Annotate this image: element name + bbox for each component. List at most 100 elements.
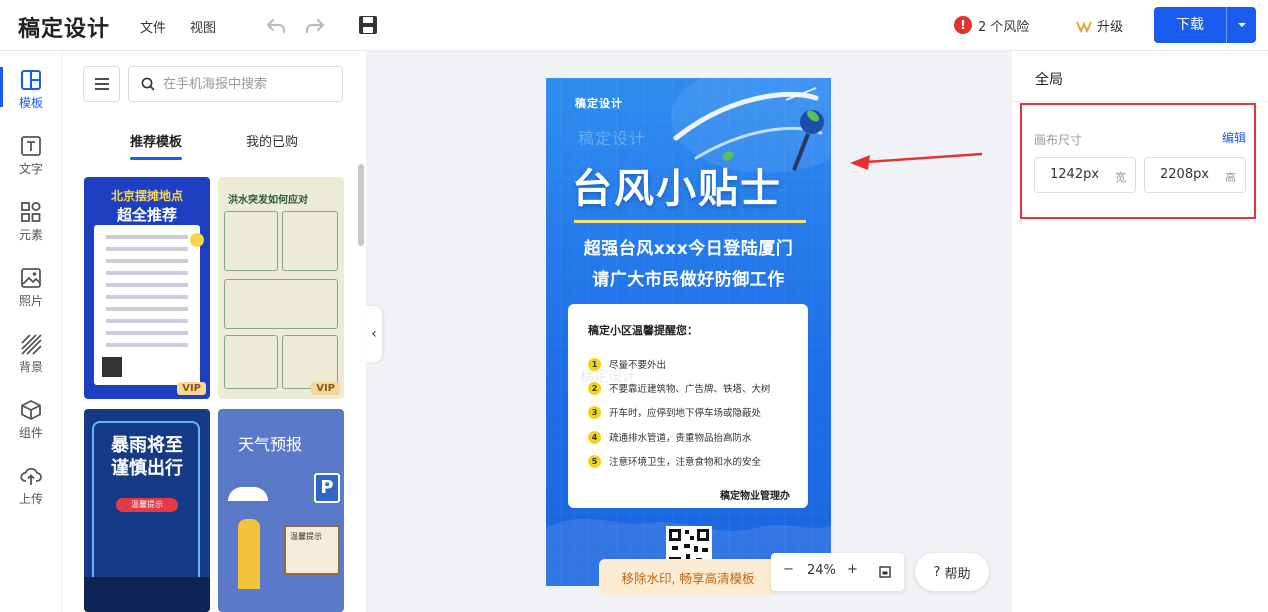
menu-view[interactable]: 视图 [190,17,216,36]
collapse-panel-button[interactable]: ‹ [366,306,382,362]
item-text: 疏通排水管道，贵重物品抬高防水 [609,433,752,444]
elements-icon [21,202,41,222]
notice-heading: 稿定小区温馨提醒您： [588,324,698,337]
menu-file[interactable]: 文件 [140,17,166,36]
rail-label: 照片 [18,294,43,308]
help-label: 帮助 [944,566,971,582]
rail-label: 文字 [18,162,43,176]
remove-watermark-button[interactable]: 移除水印, 畅享高清模板 [599,559,777,595]
template-card[interactable]: 暴雨将至 谨慎出行 温馨提示 [84,409,210,612]
poster-subtitle[interactable]: 超强台风xxx今日登陆厦门 [546,234,831,259]
notice-card[interactable]: 稿定设计 稿定小区温馨提醒您： 1 尽量不要外出 2 不要靠近建筑物、广告牌、铁… [568,304,808,508]
rail-item-upload[interactable]: 上传 [0,465,62,515]
card-title: 谨慎出行 [111,458,183,479]
background-icon [21,334,42,355]
notice-item: 2 不要靠近建筑物、广告牌、铁塔、大树 [588,381,771,395]
rail-item-template[interactable]: 模板 [0,69,62,119]
height-unit: 高 [1225,171,1236,184]
text-icon [21,136,41,156]
rail-item-component[interactable]: 组件 [0,399,62,449]
download-label[interactable]: 下载 [1154,7,1226,43]
help-icon: ? [933,564,941,580]
vip-badge: VIP [311,382,340,395]
vip-badge: VIP [177,382,206,395]
notice-item: 1 尽量不要外出 [588,357,666,371]
template-icon [21,70,41,90]
panel-scrollbar[interactable] [358,164,364,246]
poster-watermark: 稿定设计 [578,129,647,148]
zoom-out-button[interactable]: − [783,562,794,577]
template-card[interactable]: 天气预报 P 温馨提示 [218,409,344,612]
poster-brand[interactable]: 稿定设计 [575,95,623,111]
zoom-control: − 24% + [771,553,904,591]
notice-item: 5 注意环境卫生，注意食物和水的安全 [588,454,761,468]
rail-item-elements[interactable]: 元素 [0,201,62,251]
item-number: 1 [588,357,601,371]
poster-subtitle[interactable]: 请广大市民做好防御工作 [546,265,831,290]
undo-icon[interactable] [264,13,288,37]
panel-title: 全局 [1035,72,1063,88]
upgrade-button[interactable]: 升级 [1076,16,1123,35]
qr-code [102,357,122,377]
zoom-in-button[interactable]: + [847,562,858,577]
redo-icon[interactable] [303,13,327,37]
save-icon[interactable] [356,13,380,37]
search-icon [141,77,155,91]
hamburger-icon [94,78,109,90]
item-text: 不要靠近建筑物、广告牌、铁塔、大树 [609,384,771,395]
item-number: 2 [588,381,601,395]
card-content [94,225,200,385]
card-title: 天气预报 [238,435,303,454]
vip-crown-icon [1076,20,1092,33]
card-title: 超全推荐 [116,206,177,224]
character-shape [238,519,260,589]
card-title: 北京摆摊地点 [110,189,183,203]
poster-title[interactable]: 台风小贴士 [572,156,782,214]
height-value: 2208px [1160,167,1210,182]
panel-divider [1012,101,1268,102]
fit-screen-icon[interactable] [879,566,891,578]
top-bar: 稿定设计 文件 视图 ! 2 个风险 升级 下载 [0,0,1268,51]
search-input[interactable] [163,76,333,92]
help-button[interactable]: ? 帮助 [915,553,989,591]
rail-label: 组件 [18,426,43,440]
app-logo[interactable]: 稿定设计 [18,11,110,43]
notice-item: 4 疏通排水管道，贵重物品抬高防水 [588,430,752,444]
download-button[interactable]: 下载 [1154,7,1256,43]
left-nav-rail: 模板 文字 元素 照片 背景 组件 上传 [0,51,62,612]
template-card[interactable]: 北京摆摊地点 超全推荐 VIP [84,177,210,399]
card-title: 洪水突发如何应对 [228,195,308,206]
edit-size-link[interactable]: 编辑 [1222,129,1246,146]
item-text: 注意环境卫生，注意食物和水的安全 [609,457,762,468]
canvas-width-field[interactable]: 1242px 宽 [1034,157,1136,193]
item-number: 4 [588,430,601,444]
rail-item-background[interactable]: 背景 [0,333,62,383]
rail-item-text[interactable]: 文字 [0,135,62,185]
item-text: 开车时，应停到地下停车场或隐蔽处 [609,408,762,419]
risk-label: 2 个风险 [978,19,1030,35]
notice-board: 温馨提示 [284,525,340,575]
zoom-level[interactable]: 24% [807,563,836,578]
template-panel: 推荐模板 我的已购 北京摆摊地点 超全推荐 VIP 洪水突发如何应对 VIP 暴… [62,51,366,612]
notice-item: 3 开车时，应停到地下停车场或隐蔽处 [588,405,761,419]
board-title: 温馨提示 [290,532,322,541]
rail-item-photo[interactable]: 照片 [0,267,62,317]
canvas-size-label: 画布尺寸 [1034,133,1083,147]
tab-recommended[interactable]: 推荐模板 [130,131,182,150]
canvas-height-field[interactable]: 2208px 高 [1144,157,1246,193]
risk-indicator[interactable]: ! 2 个风险 [954,14,1029,36]
design-canvas[interactable]: 稿定设计 稿定设计 台风小贴士 超强台风xxx今日登陆厦门 请广大市民做好防御工… [546,78,831,586]
card-badge: 温馨提示 [116,498,178,512]
chevron-down-icon[interactable] [1227,7,1256,43]
upload-icon [20,467,42,485]
template-search[interactable] [128,66,343,102]
item-number: 5 [588,454,601,468]
rail-label: 背景 [18,360,43,374]
template-card[interactable]: 洪水突发如何应对 VIP [218,177,344,399]
rail-label: 上传 [18,492,43,506]
tab-purchased[interactable]: 我的已购 [246,131,298,150]
parking-sign: P [314,473,340,503]
properties-panel: 全局 画布尺寸 编辑 1242px 宽 2208px 高 [1012,51,1268,612]
category-menu-button[interactable] [83,66,120,102]
component-icon [21,400,41,420]
